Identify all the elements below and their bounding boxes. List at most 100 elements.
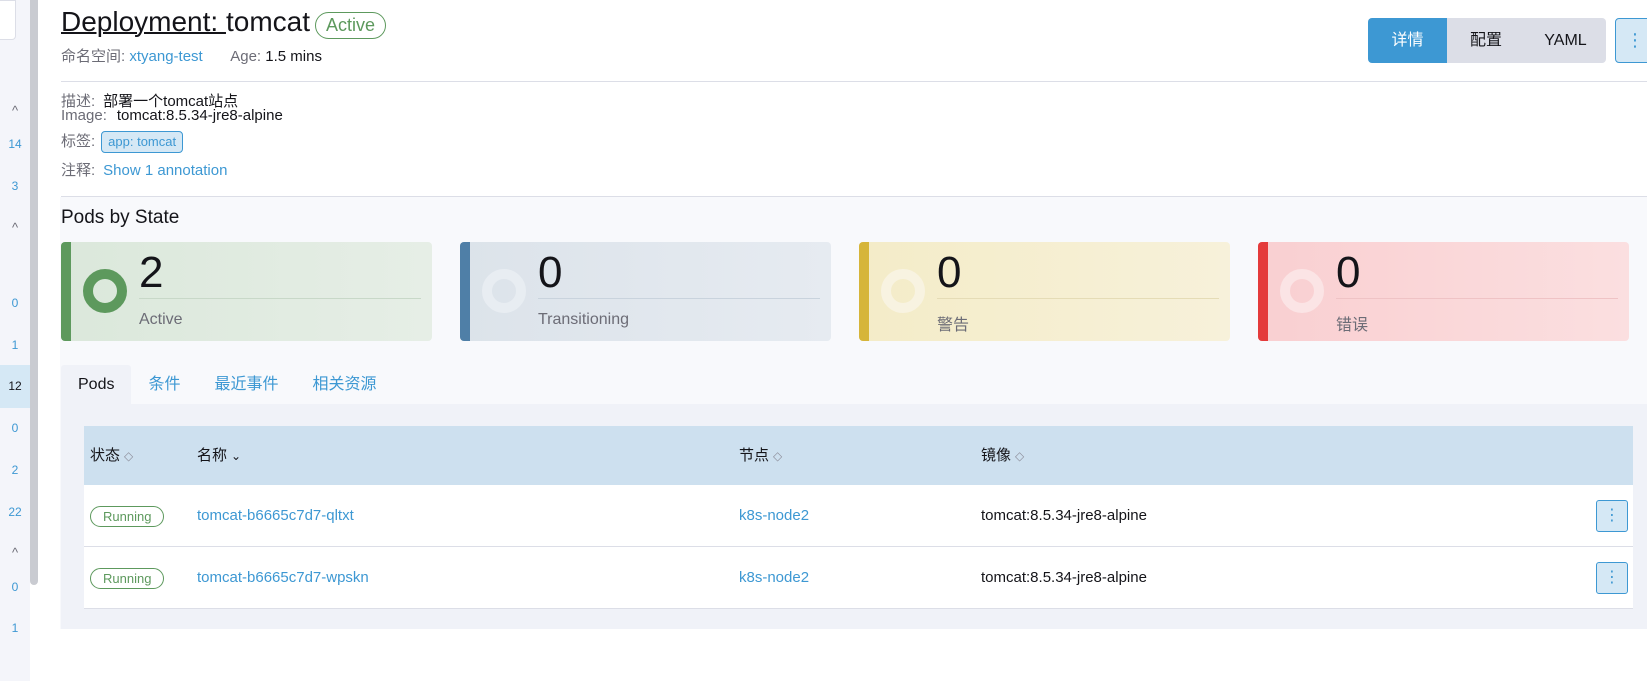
state-label: Active bbox=[139, 311, 183, 328]
column-header-name[interactable]: 名称 ⌄ bbox=[197, 426, 241, 485]
image-cell: tomcat:8.5.34-jre8-alpine bbox=[981, 569, 1147, 586]
rail-count[interactable]: 0 bbox=[0, 580, 30, 594]
rail-count[interactable]: 1 bbox=[0, 338, 30, 352]
status-badge: Running bbox=[90, 506, 165, 527]
donut-icon bbox=[881, 269, 925, 313]
state-card-warning: 0 警告 bbox=[859, 242, 1230, 341]
state-card-active: 2 Active bbox=[61, 242, 432, 341]
state-label: Transitioning bbox=[538, 311, 630, 328]
sort-down-icon: ⌄ bbox=[231, 449, 242, 463]
labels-label: 标签: bbox=[61, 133, 96, 150]
image-value: tomcat:8.5.34-jre8-alpine bbox=[116, 107, 283, 124]
state-count: 0 bbox=[937, 248, 962, 297]
table-header: 状态 ◇ 名称 ⌄ 节点 ◇ 镜像 ◇ bbox=[84, 426, 1633, 485]
pod-name-link[interactable]: tomcat-b6665c7d7-qltxt bbox=[197, 485, 354, 547]
state-card-error: 0 错误 bbox=[1258, 242, 1629, 341]
resource-tabs: Pods 条件 最近事件 相关资源 bbox=[61, 365, 394, 405]
card-divider bbox=[1336, 298, 1618, 299]
actions-menu-button[interactable]: ⋮ bbox=[1615, 18, 1647, 63]
table-row: Running tomcat-b6665c7d7-qltxt k8s-node2… bbox=[84, 485, 1633, 547]
page-title: Deployment: tomcat bbox=[61, 6, 310, 38]
namespace-label: 命名空间: bbox=[61, 48, 126, 65]
state-count: 2 bbox=[139, 248, 164, 297]
column-title: 名称 bbox=[197, 447, 228, 464]
donut-icon bbox=[1280, 269, 1324, 313]
divider bbox=[61, 81, 1647, 82]
donut-icon bbox=[83, 269, 127, 313]
rail-count-selected[interactable]: 12 bbox=[0, 365, 30, 408]
age-label: Age: bbox=[230, 48, 262, 65]
annotations-row: 注释: Show 1 annotation bbox=[61, 159, 227, 180]
state-card-transitioning: 0 Transitioning bbox=[460, 242, 831, 341]
column-title: 节点 bbox=[739, 447, 770, 464]
rail-count[interactable]: 3 bbox=[0, 179, 30, 193]
node-link[interactable]: k8s-node2 bbox=[739, 485, 809, 547]
column-title: 状态 bbox=[90, 447, 121, 464]
state-color-bar bbox=[460, 242, 470, 341]
state-color-bar bbox=[61, 242, 71, 341]
state-color-bar bbox=[859, 242, 869, 341]
rail-count[interactable]: 0 bbox=[0, 421, 30, 435]
label-tag: app: tomcat bbox=[101, 131, 184, 154]
rail-count[interactable]: 0 bbox=[0, 296, 30, 310]
rail-collapse-chevron-icon[interactable]: ^ bbox=[0, 220, 30, 235]
main-content: Deployment: tomcat Active 命名空间: xtyang-t… bbox=[38, 0, 1647, 681]
card-divider bbox=[538, 298, 820, 299]
row-actions-button[interactable]: ⋮ bbox=[1596, 500, 1628, 532]
image-cell: tomcat:8.5.34-jre8-alpine bbox=[981, 507, 1147, 524]
kebab-icon: ⋮ bbox=[1604, 507, 1620, 524]
side-rail: ^ 14 3 ^ 0 1 12 0 2 22 ^ 0 1 bbox=[0, 0, 30, 681]
row-actions-button[interactable]: ⋮ bbox=[1596, 562, 1628, 594]
table-row: Running tomcat-b6665c7d7-wpskn k8s-node2… bbox=[84, 547, 1633, 609]
card-divider bbox=[937, 298, 1219, 299]
section-title: Pods by State bbox=[61, 207, 180, 228]
view-mode-toggle: 详情 配置 YAML bbox=[1368, 18, 1606, 63]
image-label: Image: bbox=[61, 107, 107, 124]
pod-name-link[interactable]: tomcat-b6665c7d7-wpskn bbox=[197, 547, 369, 609]
annotations-label: 注释: bbox=[61, 162, 96, 179]
column-header-status[interactable]: 状态 ◇ bbox=[90, 426, 133, 485]
state-color-bar bbox=[1258, 242, 1268, 341]
config-view-button[interactable]: 配置 bbox=[1447, 18, 1525, 63]
node-link[interactable]: k8s-node2 bbox=[739, 547, 809, 609]
rail-count[interactable]: 1 bbox=[0, 621, 30, 635]
age-value: 1.5 mins bbox=[265, 48, 322, 65]
sort-icon: ◇ bbox=[1015, 449, 1025, 463]
card-divider bbox=[139, 298, 421, 299]
tab-recent-events[interactable]: 最近事件 bbox=[197, 365, 295, 405]
yaml-view-button[interactable]: YAML bbox=[1525, 18, 1606, 63]
rail-count[interactable]: 14 bbox=[0, 137, 30, 151]
image-row: Image: tomcat:8.5.34-jre8-alpine bbox=[61, 107, 283, 124]
donut-icon bbox=[482, 269, 526, 313]
state-label: 错误 bbox=[1336, 317, 1369, 334]
rail-count[interactable]: 22 bbox=[0, 505, 30, 519]
column-header-image[interactable]: 镜像 ◇ bbox=[981, 426, 1024, 485]
sort-icon: ◇ bbox=[773, 449, 783, 463]
resource-name: tomcat bbox=[225, 6, 310, 37]
state-count: 0 bbox=[1336, 248, 1361, 297]
resource-type-link[interactable]: Deployment: bbox=[61, 6, 226, 37]
pods-table: 状态 ◇ 名称 ⌄ 节点 ◇ 镜像 ◇ Running tomcat-b6665c7d7… bbox=[84, 426, 1633, 609]
rail-count[interactable]: 2 bbox=[0, 463, 30, 477]
header-meta: 命名空间: xtyang-test Age: 1.5 mins bbox=[61, 45, 322, 66]
tab-conditions[interactable]: 条件 bbox=[131, 365, 197, 405]
column-header-node[interactable]: 节点 ◇ bbox=[739, 426, 782, 485]
sort-icon: ◇ bbox=[124, 449, 134, 463]
rail-scrollbar[interactable] bbox=[30, 0, 38, 585]
labels-row: 标签: app: tomcat bbox=[61, 130, 184, 154]
kebab-icon: ⋮ bbox=[1626, 30, 1644, 50]
tab-related-resources[interactable]: 相关资源 bbox=[296, 365, 394, 405]
status-badge: Running bbox=[90, 568, 165, 589]
column-title: 镜像 bbox=[981, 447, 1012, 464]
namespace-link[interactable]: xtyang-test bbox=[129, 48, 202, 65]
state-label: 警告 bbox=[937, 317, 970, 334]
rail-collapse-chevron-icon[interactable]: ^ bbox=[0, 545, 30, 560]
show-annotation-link[interactable]: Show 1 annotation bbox=[103, 162, 227, 179]
kebab-icon: ⋮ bbox=[1604, 569, 1620, 586]
status-badge: Active bbox=[315, 12, 387, 39]
rail-collapse-chevron-icon[interactable]: ^ bbox=[0, 103, 30, 118]
state-count: 0 bbox=[538, 248, 563, 297]
detail-view-button[interactable]: 详情 bbox=[1368, 18, 1447, 63]
rail-top-tab[interactable] bbox=[0, 0, 16, 40]
tab-pods[interactable]: Pods bbox=[61, 365, 132, 405]
